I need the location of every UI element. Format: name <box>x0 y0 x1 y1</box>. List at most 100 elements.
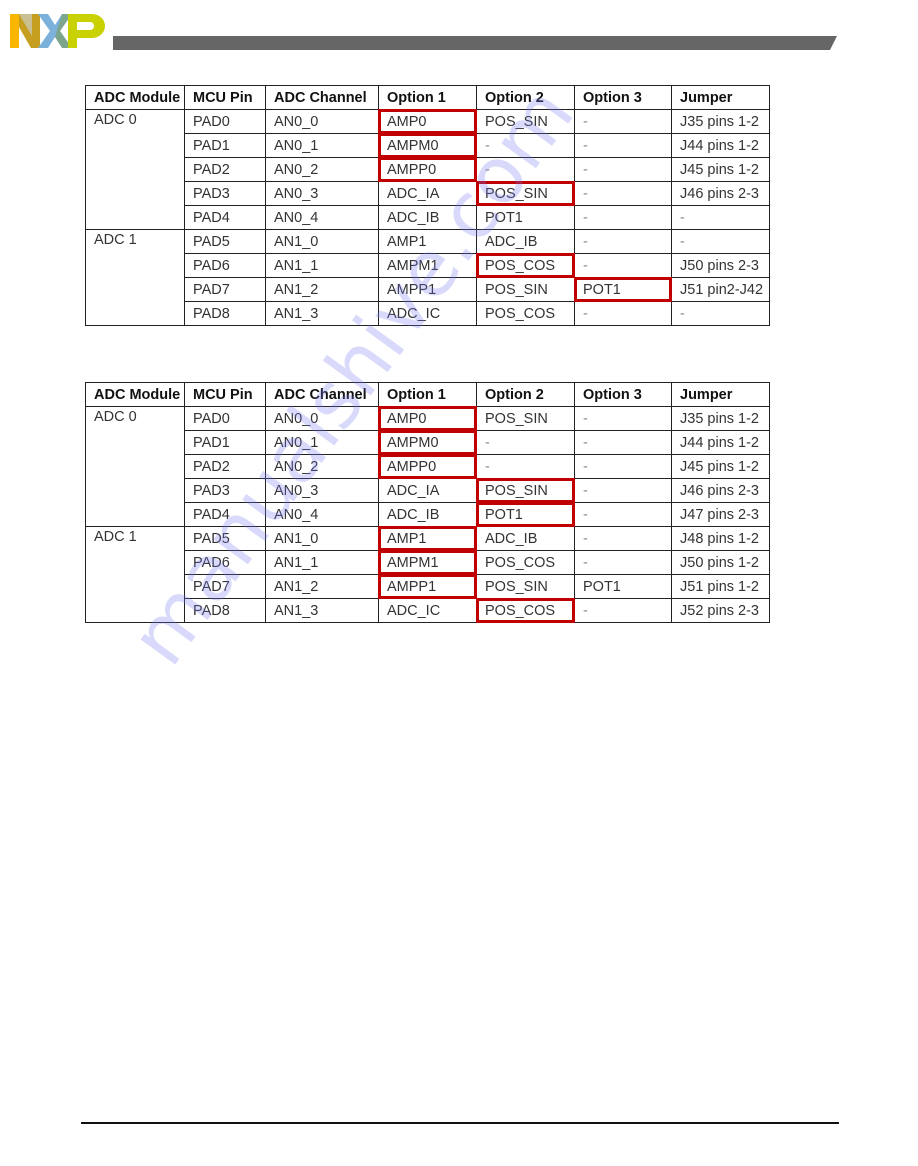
adc-channel-cell: AN0_1 <box>265 133 379 158</box>
option-3-cell: - <box>574 454 672 479</box>
option-2-cell: - <box>476 430 575 455</box>
jumper-cell: J35 pins 1-2 <box>671 109 770 134</box>
option-2-cell: - <box>476 133 575 158</box>
adc-module-cell: ADC 1 <box>85 526 185 623</box>
mcu-pin-cell: PAD1 <box>184 430 266 455</box>
option-2-cell: POT1 <box>476 205 575 230</box>
mcu-pin-cell: PAD6 <box>184 253 266 278</box>
option-3-cell: POT1 <box>574 574 672 599</box>
jumper-cell: J51 pins 1-2 <box>671 574 770 599</box>
table-row: PAD8 AN1_3 ADC_IC POS_COS - - <box>86 301 770 326</box>
option-1-cell-highlighted: AMPP0 <box>378 454 478 480</box>
option-1-cell: ADC_IC <box>378 598 477 623</box>
table-row: PAD6 AN1_1 AMPM1 POS_COS - J50 pins 1-2 <box>86 550 770 576</box>
option-1-cell-highlighted: AMP0 <box>378 406 478 432</box>
column-header: Option 1 <box>378 85 477 110</box>
jumper-cell: J46 pins 2-3 <box>671 478 770 503</box>
mcu-pin-cell: PAD5 <box>184 526 266 551</box>
table-row: PAD6 AN1_1 AMPM1 POS_COS - J50 pins 2-3 <box>86 253 770 279</box>
adc-pin-table-2: ADC Module MCU Pin ADC Channel Option 1 Opti… <box>85 382 770 624</box>
column-header: Option 3 <box>574 382 672 407</box>
option-2-cell: - <box>476 454 575 479</box>
table-row: PAD2 AN0_2 AMPP0- - J45 pins 1-2 <box>86 454 770 480</box>
adc-channel-cell: AN1_0 <box>265 526 379 551</box>
mcu-pin-cell: PAD7 <box>184 574 266 599</box>
table-row: PAD7 AN1_2 AMPP1 POS_SIN POT1 J51 pin2-J42 <box>86 277 770 303</box>
adc-channel-cell: AN0_1 <box>265 430 379 455</box>
option-1-cell-highlighted: AMP0 <box>378 109 478 135</box>
adc-channel-cell: AN1_1 <box>265 550 379 575</box>
jumper-cell: J52 pins 2-3 <box>671 598 770 623</box>
option-3-cell: - <box>574 301 672 326</box>
option-1-cell: AMPM1 <box>378 253 477 278</box>
option-1-cell-highlighted: AMPP1 <box>378 574 478 600</box>
jumper-cell: J50 pins 1-2 <box>671 550 770 575</box>
option-1-cell: ADC_IA <box>378 478 477 503</box>
adc-channel-cell: AN0_4 <box>265 205 379 230</box>
table-row: PAD4 AN0_4 ADC_IB POT1- J47 pins 2-3 <box>86 502 770 528</box>
mcu-pin-cell: PAD1 <box>184 133 266 158</box>
jumper-cell: J51 pin2-J42 <box>671 277 770 302</box>
adc-channel-cell: AN1_3 <box>265 301 379 326</box>
mcu-pin-cell: PAD3 <box>184 181 266 206</box>
mcu-pin-cell: PAD4 <box>184 205 266 230</box>
adc-module-cell: ADC 0 <box>85 109 185 230</box>
table-row: PAD1 AN0_1 AMPM0- - J44 pins 1-2 <box>86 430 770 456</box>
option-3-cell: - <box>574 406 672 431</box>
adc-pin-table-1: ADC Module MCU Pin ADC Channel Option 1 Opti… <box>85 85 770 326</box>
jumper-cell: - <box>671 229 770 254</box>
column-header: Jumper <box>671 382 770 407</box>
mcu-pin-cell: PAD5 <box>184 229 266 254</box>
mcu-pin-cell: PAD2 <box>184 454 266 479</box>
table-row: ADC 1 PAD5 AN1_0 AMP1 ADC_IB - - <box>85 229 770 326</box>
table-row: PAD4 AN0_4 ADC_IB POT1- - <box>86 205 770 230</box>
option-1-cell: ADC_IB <box>378 205 477 230</box>
jumper-cell: J35 pins 1-2 <box>671 406 770 431</box>
table-header-row: ADC Module MCU Pin ADC Channel Option 1 Opti… <box>85 382 770 407</box>
mcu-pin-cell: PAD7 <box>184 277 266 302</box>
option-2-cell: POS_COS <box>476 301 575 326</box>
option-1-cell: ADC_IB <box>378 502 477 527</box>
mcu-pin-cell: PAD4 <box>184 502 266 527</box>
adc-channel-cell: AN0_3 <box>265 478 379 503</box>
option-3-cell: - <box>574 229 672 254</box>
option-2-cell-highlighted: POS_COS <box>476 253 576 279</box>
adc-module-cell: ADC 0 <box>85 406 185 527</box>
option-3-cell: - <box>574 502 672 527</box>
adc-channel-cell: AN0_3 <box>265 181 379 206</box>
logo-letter-p <box>68 14 105 48</box>
option-2-cell: POS_SIN <box>476 406 575 431</box>
column-header: ADC Module <box>85 85 185 110</box>
jumper-cell: - <box>671 301 770 326</box>
option-3-cell-highlighted: POT1 <box>574 277 673 303</box>
table-row: ADC 0 PAD0 AN0_0 AMP0 POS_SIN - J35 pins 1-2 <box>85 109 770 230</box>
adc-channel-cell: AN0_2 <box>265 454 379 479</box>
adc-channel-cell: AN1_0 <box>265 229 379 254</box>
header-bar <box>113 36 837 50</box>
column-header: ADC Channel <box>265 85 379 110</box>
option-2-cell: ADC_IB <box>476 229 575 254</box>
jumper-cell: J50 pins 2-3 <box>671 253 770 278</box>
table-row: ADC 0 PAD0 AN0_0 AMP0 POS_SIN - J35 pins 1-2 <box>85 406 770 527</box>
option-1-cell-highlighted: AMPM0 <box>378 430 478 456</box>
option-3-cell: - <box>574 526 672 551</box>
table-row: PAD1 AN0_1 AMPM0- - J44 pins 1-2 <box>86 133 770 159</box>
jumper-cell: J47 pins 2-3 <box>671 502 770 527</box>
option-2-cell: ADC_IB <box>476 526 575 551</box>
option-1-cell-highlighted: AMP1 <box>378 526 478 552</box>
option-1-cell-highlighted: AMPM0 <box>378 133 478 159</box>
option-2-cell-highlighted: POT1 <box>476 502 576 528</box>
jumper-cell: J45 pins 1-2 <box>671 157 770 182</box>
adc-channel-cell: AN1_1 <box>265 253 379 278</box>
footer-rule <box>81 1122 839 1124</box>
option-2-cell: POS_SIN <box>476 109 575 134</box>
option-1-cell-highlighted: AMPP0 <box>378 157 478 183</box>
option-1-cell: ADC_IA <box>378 181 477 206</box>
adc-channel-cell: AN0_0 <box>265 406 379 431</box>
option-2-cell: - <box>476 157 575 182</box>
option-3-cell: - <box>574 133 672 158</box>
column-header: Option 2 <box>476 382 575 407</box>
option-3-cell: - <box>574 157 672 182</box>
mcu-pin-cell: PAD6 <box>184 550 266 575</box>
column-header: ADC Module <box>85 382 185 407</box>
